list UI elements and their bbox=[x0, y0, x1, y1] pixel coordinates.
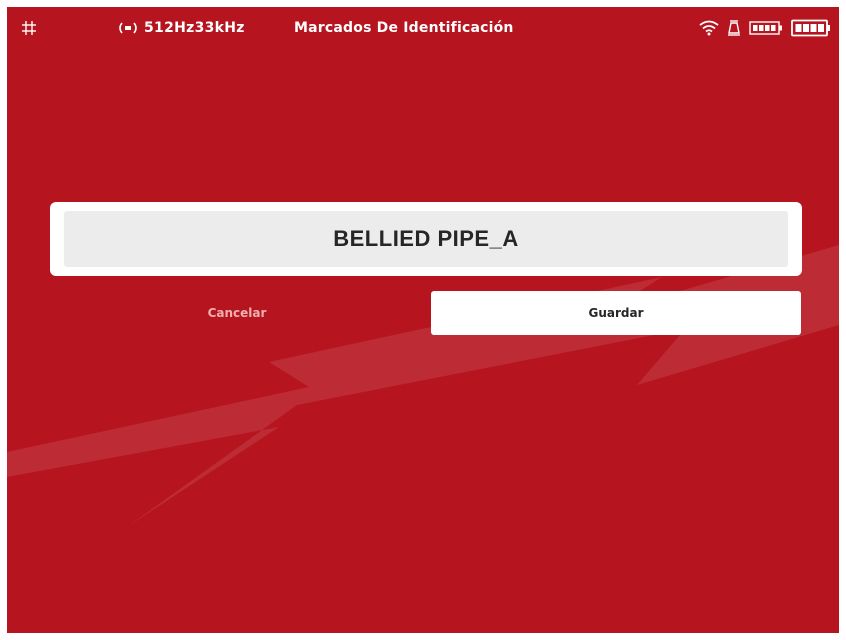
cancel-button[interactable]: Cancelar bbox=[159, 293, 315, 333]
marker-name-field[interactable]: BELLIED PIPE_A bbox=[64, 211, 788, 267]
frequency-indicator: 512Hz33kHz bbox=[118, 7, 245, 49]
lamp-icon bbox=[728, 20, 740, 36]
status-icons bbox=[699, 7, 831, 49]
page-title: Marcados De Identificación bbox=[294, 20, 514, 36]
battery-main-icon bbox=[791, 19, 830, 37]
signal-icon bbox=[119, 22, 137, 34]
status-bar: 512Hz33kHz Marcados De Identificación bbox=[7, 7, 839, 49]
name-card: BELLIED PIPE_A bbox=[50, 202, 802, 276]
screen: 512Hz33kHz Marcados De Identificación BE… bbox=[7, 7, 839, 633]
save-button[interactable]: Guardar bbox=[431, 291, 801, 335]
frequency-label: 512Hz33kHz bbox=[144, 20, 245, 36]
grid-icon[interactable] bbox=[21, 20, 37, 36]
battery-small-icon bbox=[749, 21, 782, 35]
wifi-icon bbox=[699, 20, 719, 36]
